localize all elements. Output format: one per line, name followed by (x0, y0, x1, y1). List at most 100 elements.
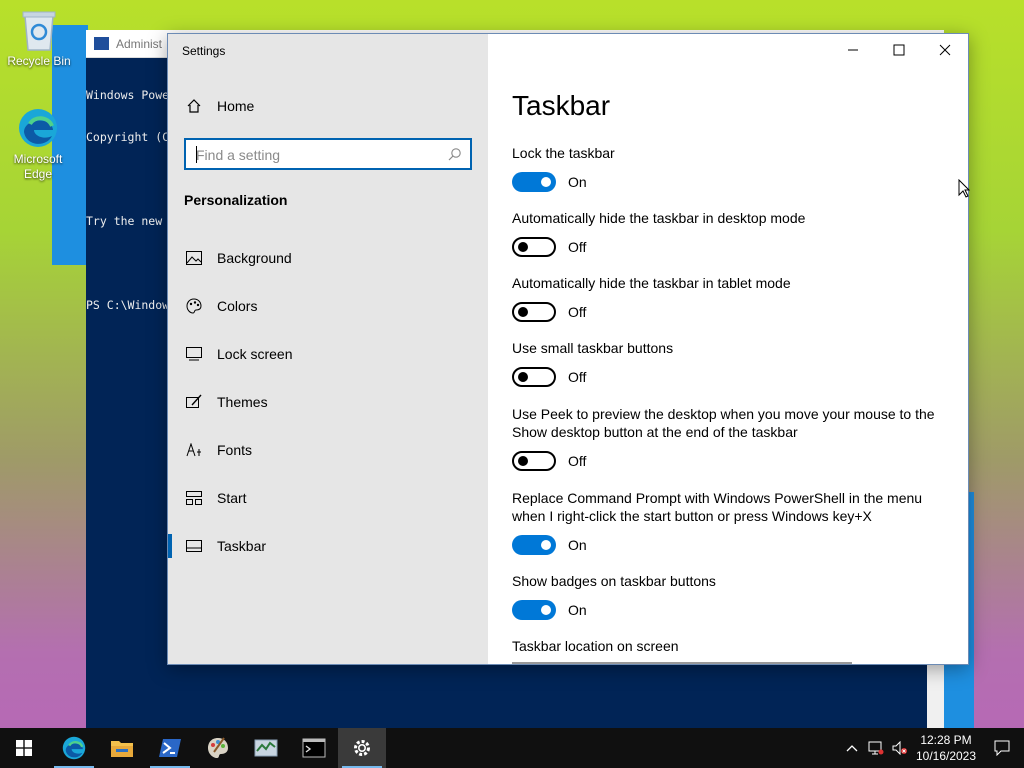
desktop-icon-label: Microsoft Edge (13, 152, 63, 181)
taskbar-cmd-button[interactable] (290, 728, 338, 768)
taskbar-location-dropdown[interactable] (512, 662, 852, 664)
toggle-state: Off (568, 369, 587, 385)
sidebar-item-fonts[interactable]: Fonts (168, 430, 488, 470)
page-title: Taskbar (512, 90, 611, 121)
toggle-state: On (568, 602, 587, 618)
toggle-state: On (568, 537, 587, 553)
clock-date: 10/16/2023 (915, 749, 977, 763)
autohide-desktop-toggle[interactable] (512, 237, 556, 257)
search-placeholder: Find a setting (196, 147, 281, 163)
settings-gear-icon (354, 740, 370, 756)
powershell-icon (159, 739, 181, 757)
sidebar-item-themes[interactable]: Themes (168, 382, 488, 422)
settings-search-input[interactable]: Find a setting (184, 138, 472, 170)
taskbar-clock[interactable]: 12:28 PM 10/16/2023 (912, 732, 980, 764)
settings-window[interactable]: Settings Home Find a setting Personaliza… (167, 33, 969, 665)
settings-sidebar: Settings Home Find a setting Personaliza… (168, 34, 488, 664)
taskbar: 12:28 PM 10/16/2023 (0, 728, 1024, 768)
toggle-state: Off (568, 304, 587, 320)
task-manager-icon (254, 739, 278, 757)
paint-icon (208, 737, 228, 758)
start-icon (185, 489, 203, 507)
settings-content: Taskbar Lock the taskbar On Automaticall… (488, 34, 968, 664)
edge-shortcut[interactable]: Microsoft Edge (3, 106, 73, 182)
small-buttons-toggle[interactable] (512, 367, 556, 387)
setting-small-buttons: Use small taskbar buttons Off (512, 339, 952, 387)
autohide-tablet-toggle[interactable] (512, 302, 556, 322)
setting-label: Lock the taskbar (512, 145, 615, 161)
toggle-state: On (568, 174, 587, 190)
palette-icon (185, 297, 203, 315)
recycle-bin-shortcut[interactable]: Recycle Bin (4, 8, 74, 69)
home-label: Home (217, 98, 255, 114)
volume-muted-icon (892, 741, 907, 755)
setting-show-badges: Show badges on taskbar buttons On (512, 572, 952, 620)
lock-taskbar-toggle[interactable] (512, 172, 556, 192)
search-icon[interactable] (448, 147, 462, 166)
sidebar-item-label: Colors (217, 298, 258, 314)
edge-icon (62, 736, 86, 760)
sidebar-item-start[interactable]: Start (168, 478, 488, 518)
setting-autohide-desktop: Automatically hide the taskbar in deskto… (512, 209, 952, 257)
network-icon (868, 741, 884, 755)
powershell-menu-toggle[interactable] (512, 535, 556, 555)
show-hidden-icons-button[interactable] (840, 728, 864, 768)
taskbar-paint-button[interactable] (194, 728, 242, 768)
toggle-state: Off (568, 239, 587, 255)
chevron-up-icon (846, 745, 858, 752)
setting-label: Taskbar location on screen (512, 638, 679, 654)
window-title: Settings (182, 44, 226, 58)
notification-icon (994, 740, 1010, 756)
setting-label: Use small taskbar buttons (512, 340, 674, 356)
file-explorer-icon (111, 741, 133, 757)
picture-icon (185, 249, 203, 267)
toggle-state: Off (568, 453, 587, 469)
powershell-title: Administ (116, 37, 163, 51)
sidebar-item-label: Start (217, 490, 247, 506)
setting-label: Automatically hide the taskbar in deskto… (512, 210, 806, 226)
action-center-button[interactable] (980, 728, 1024, 768)
sidebar-item-label: Fonts (217, 442, 253, 458)
powershell-icon (94, 37, 109, 50)
sidebar-item-colors[interactable]: Colors (168, 286, 488, 326)
clock-time: 12:28 PM (920, 733, 972, 747)
volume-button[interactable] (888, 728, 912, 768)
sidebar-item-lock-screen[interactable]: Lock screen (168, 334, 488, 374)
setting-label: Use Peek to preview the desktop when you… (512, 406, 935, 440)
mouse-cursor-icon (958, 179, 970, 198)
setting-location: Taskbar location on screen (512, 637, 952, 655)
setting-label: Show badges on taskbar buttons (512, 573, 716, 589)
taskbar-settings-button[interactable] (338, 728, 386, 768)
text-caret (196, 146, 197, 163)
peek-toggle[interactable] (512, 451, 556, 471)
taskbar-file-explorer-button[interactable] (98, 728, 146, 768)
sidebar-item-label: Lock screen (217, 346, 293, 362)
sidebar-item-taskbar[interactable]: Taskbar (168, 526, 488, 566)
desktop-icon-label: Recycle Bin (7, 54, 71, 68)
setting-label: Replace Command Prompt with Windows Powe… (512, 490, 923, 524)
themes-icon (185, 393, 203, 411)
show-badges-toggle[interactable] (512, 600, 556, 620)
taskbar-powershell-button[interactable] (146, 728, 194, 768)
home-nav-item[interactable]: Home (168, 86, 488, 126)
sidebar-item-label: Themes (217, 394, 268, 410)
home-icon (185, 97, 203, 115)
network-button[interactable] (864, 728, 888, 768)
recycle-bin-icon (17, 8, 61, 52)
start-button[interactable] (0, 728, 48, 768)
fonts-icon (185, 441, 203, 459)
sidebar-item-label: Taskbar (217, 538, 267, 554)
section-heading: Personalization (184, 192, 288, 208)
taskbar-task-manager-button[interactable] (242, 728, 290, 768)
setting-label: Automatically hide the taskbar in tablet… (512, 275, 791, 291)
setting-autohide-tablet: Automatically hide the taskbar in tablet… (512, 274, 952, 322)
sidebar-item-label: Background (217, 250, 292, 266)
lock-screen-icon (185, 345, 203, 363)
setting-powershell-menu: Replace Command Prompt with Windows Powe… (512, 489, 932, 555)
windows-logo-icon (16, 740, 32, 756)
cmd-icon (302, 738, 326, 758)
setting-peek: Use Peek to preview the desktop when you… (512, 405, 942, 471)
taskbar-edge-button[interactable] (50, 728, 98, 768)
setting-lock-taskbar: Lock the taskbar On (512, 144, 952, 192)
sidebar-item-background[interactable]: Background (168, 238, 488, 278)
